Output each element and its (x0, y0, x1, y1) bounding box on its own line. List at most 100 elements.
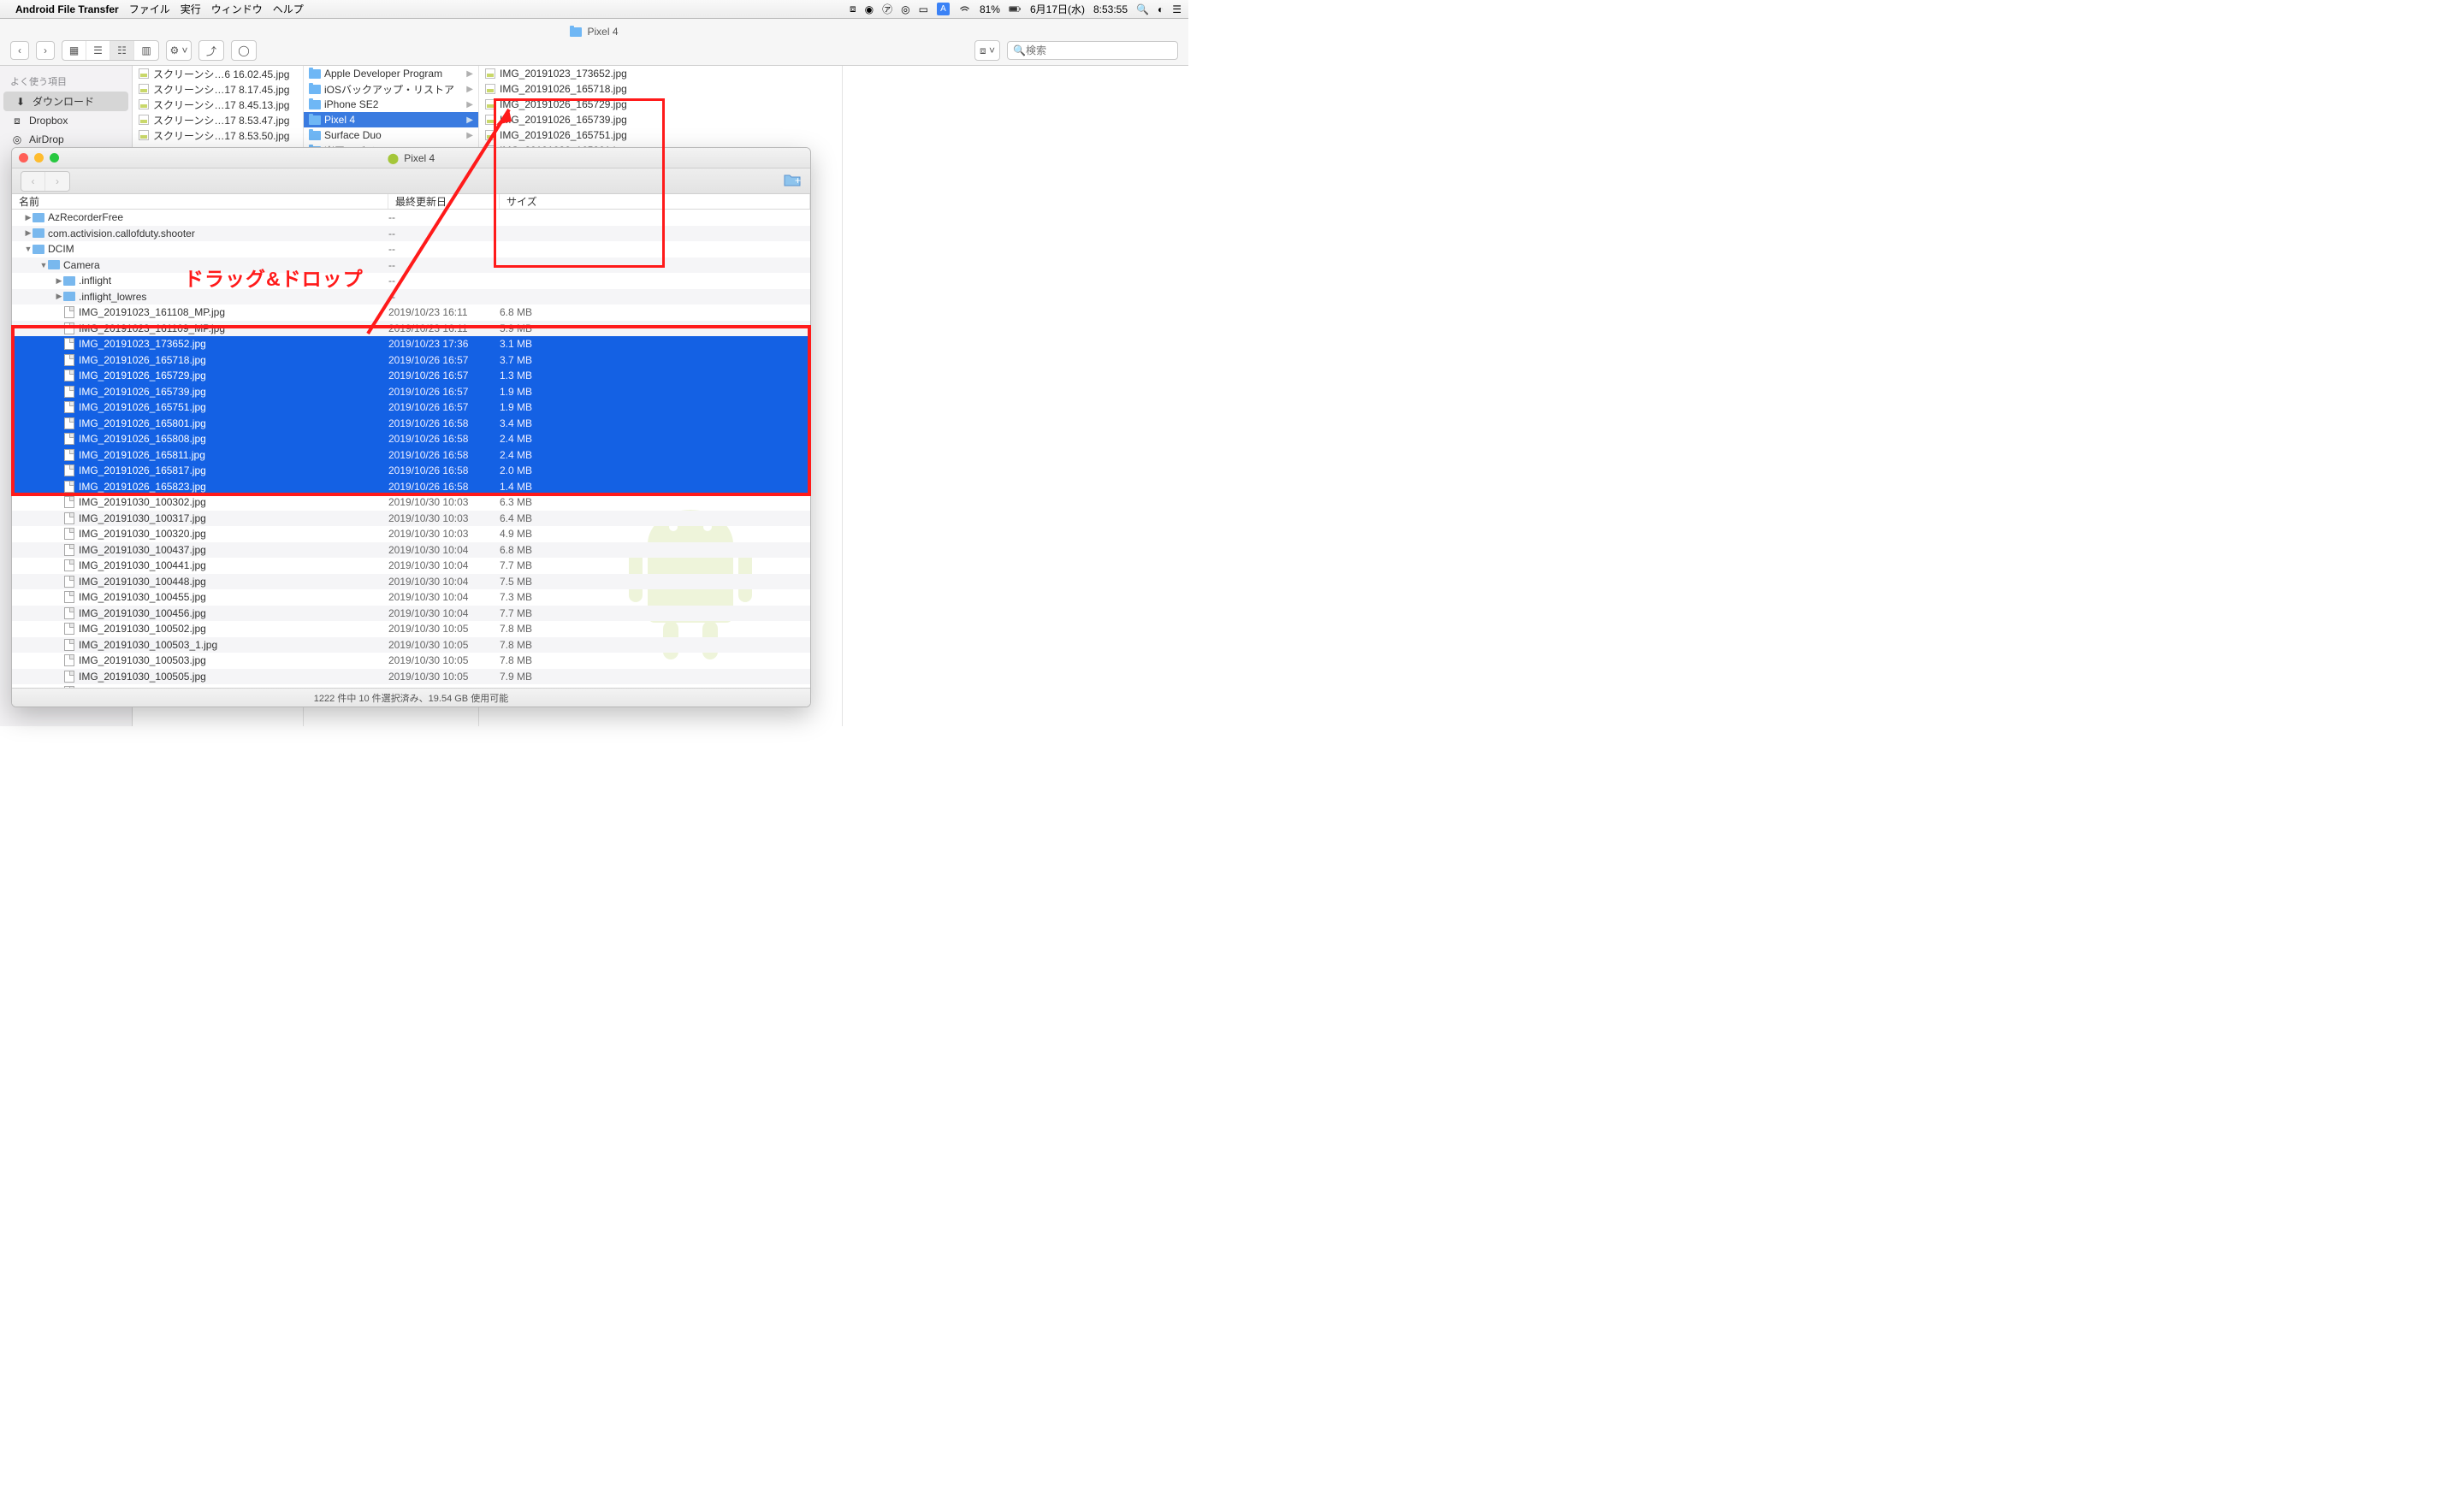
forward-button[interactable]: › (36, 41, 55, 60)
airdrop-icon: ◎ (10, 133, 24, 146)
disclosure-triangle[interactable]: ▼ (24, 245, 33, 253)
list-view[interactable]: ☰ (86, 41, 110, 60)
col-date[interactable]: 最終更新日 (388, 194, 500, 209)
disclosure-triangle[interactable]: ▼ (39, 261, 48, 269)
aft-row[interactable]: IMG_20191030_100455.jpg2019/10/30 10:047… (12, 589, 810, 606)
col-size[interactable]: サイズ (500, 194, 810, 209)
aft-row[interactable]: IMG_20191030_100320.jpg2019/10/30 10:034… (12, 526, 810, 542)
aft-row[interactable]: IMG_20191030_100317.jpg2019/10/30 10:036… (12, 511, 810, 527)
aft-row[interactable]: IMG_20191026_165751.jpg2019/10/26 16:571… (12, 399, 810, 416)
aft-row[interactable]: IMG_20191026_165729.jpg2019/10/26 16:571… (12, 368, 810, 384)
disclosure-triangle[interactable]: ▶ (55, 292, 63, 301)
disclosure-triangle[interactable]: ▶ (24, 213, 33, 222)
share-button[interactable]: ⤴ (199, 41, 223, 60)
folder-icon (33, 228, 44, 239)
aft-row[interactable]: IMG_20191023_161109_MP.jpg2019/10/23 16:… (12, 321, 810, 337)
aft-back[interactable]: ‹ (21, 172, 45, 191)
menu-window[interactable]: ウィンドウ (211, 2, 263, 16)
aft-titlebar[interactable]: ⬤ Pixel 4 (12, 148, 810, 169)
dropbox-menu[interactable]: ⧈ ˅ (975, 41, 999, 60)
aft-row[interactable]: IMG_20191026_165811.jpg2019/10/26 16:582… (12, 447, 810, 464)
aft-row[interactable]: IMG_20191026_165808.jpg2019/10/26 16:582… (12, 431, 810, 447)
aft-row[interactable]: ▶AzRecorderFree-- (12, 210, 810, 226)
sidebar-item[interactable]: ⬇ダウンロード (3, 92, 128, 111)
file-row[interactable]: IMG_20191023_173652.jpg (479, 66, 842, 81)
arrange-button[interactable]: ⚙ ˅ (167, 41, 191, 60)
file-row[interactable]: スクリーンシ…17 8.17.45.jpg (133, 81, 303, 97)
file-icon (63, 591, 75, 603)
aft-row[interactable]: IMG_20191030_100437.jpg2019/10/30 10:046… (12, 542, 810, 559)
siri-icon[interactable]: ◐ (1158, 3, 1164, 15)
aft-row[interactable]: IMG_20191026_165801.jpg2019/10/26 16:583… (12, 416, 810, 432)
aft-row[interactable]: IMG_20191023_173652.jpg2019/10/23 17:363… (12, 336, 810, 352)
aft-row[interactable]: ▼Camera-- (12, 257, 810, 274)
search-input[interactable] (1026, 44, 1172, 56)
ime-icon[interactable]: ㋐ (882, 2, 892, 16)
folder-row[interactable]: Apple Developer Program▶ (304, 66, 478, 81)
dropbox-icon[interactable]: ⧈ (850, 3, 856, 15)
folder-row[interactable]: Surface Duo▶ (304, 127, 478, 143)
menu-help[interactable]: ヘルプ (273, 2, 304, 16)
gallery-view[interactable]: ▥ (134, 41, 158, 60)
file-row[interactable]: IMG_20191026_165751.jpg (479, 127, 842, 143)
aft-status: 1222 件中 10 件選択済み、19.54 GB 使用可能 (12, 688, 810, 707)
aft-row[interactable]: ▶com.activision.callofduty.shooter-- (12, 226, 810, 242)
back-button[interactable]: ‹ (10, 41, 29, 60)
sidebar-item[interactable]: ⧈Dropbox (0, 111, 132, 130)
column-view[interactable]: ☷ (110, 41, 134, 60)
aft-toolbar: ‹› + (12, 169, 810, 194)
aft-row[interactable]: IMG_20191030_100448.jpg2019/10/30 10:047… (12, 574, 810, 590)
date[interactable]: 6月17日(水) (1030, 2, 1085, 16)
aft-row[interactable]: IMG_20191030_100503.jpg2019/10/30 10:057… (12, 653, 810, 669)
aft-row[interactable]: ▶.inflight_lowres-- (12, 289, 810, 305)
sidebar-item[interactable]: ◎AirDrop (0, 130, 132, 149)
aft-row[interactable]: IMG_20191030_100503_1.jpg2019/10/30 10:0… (12, 637, 810, 653)
file-row[interactable]: スクリーンシ…17 8.53.47.jpg (133, 112, 303, 127)
search-field[interactable]: 🔍 (1007, 41, 1178, 60)
aft-forward[interactable]: › (45, 172, 69, 191)
folder-row[interactable]: iPhone SE2▶ (304, 97, 478, 112)
file-row[interactable]: IMG_20191026_165718.jpg (479, 81, 842, 97)
aft-row[interactable]: ▼DCIM-- (12, 241, 810, 257)
folder-row[interactable]: iOSバックアップ・リストア▶ (304, 81, 478, 97)
aft-row[interactable]: IMG_20191026_165718.jpg2019/10/26 16:573… (12, 352, 810, 369)
new-folder-button[interactable]: + (783, 172, 802, 190)
battery-icon[interactable] (1009, 3, 1022, 15)
aft-row[interactable]: IMG_20191030_100302.jpg2019/10/30 10:036… (12, 494, 810, 511)
app-name[interactable]: Android File Transfer (15, 3, 119, 15)
input-a-icon[interactable]: A (937, 3, 950, 15)
wifi-icon[interactable] (958, 3, 971, 15)
col-name[interactable]: 名前 (12, 194, 388, 209)
aft-row[interactable]: IMG_20191026_165817.jpg2019/10/26 16:582… (12, 463, 810, 479)
folder-row[interactable]: Pixel 4▶ (304, 112, 478, 127)
airplay-icon[interactable]: ▭ (919, 3, 928, 15)
disclosure-triangle[interactable]: ▶ (55, 276, 63, 286)
aft-row[interactable]: IMG_20191023_161108_MP.jpg2019/10/23 16:… (12, 305, 810, 321)
time[interactable]: 8:53:55 (1093, 3, 1128, 15)
aft-row[interactable]: IMG_20191026_165739.jpg2019/10/26 16:571… (12, 384, 810, 400)
icon-view[interactable]: ▦ (62, 41, 86, 60)
file-row[interactable]: スクリーンシ…17 8.45.13.jpg (133, 97, 303, 112)
file-row[interactable]: IMG_20191026_165739.jpg (479, 112, 842, 127)
tags-button[interactable]: ◯ (232, 41, 256, 60)
aft-row[interactable]: IMG_20191030_100456.jpg2019/10/30 10:047… (12, 606, 810, 622)
aft-row[interactable]: IMG_20191030_100502.jpg2019/10/30 10:057… (12, 621, 810, 637)
menu-run[interactable]: 実行 (181, 2, 201, 16)
aft-row[interactable]: IMG_20191030_100505.jpg2019/10/30 10:057… (12, 669, 810, 685)
file-row[interactable]: スクリーンシ…6 16.02.45.jpg (133, 66, 303, 81)
aft-row[interactable]: IMG_20191026_165823.jpg2019/10/26 16:581… (12, 479, 810, 495)
aft-file-list[interactable]: ▶AzRecorderFree--▶com.activision.callofd… (12, 210, 810, 688)
image-icon (138, 129, 150, 141)
control-center-icon[interactable]: ☰ (1172, 3, 1182, 15)
chevron-right-icon: ▶ (466, 115, 473, 125)
target-icon[interactable]: ◎ (901, 3, 909, 15)
file-row[interactable]: IMG_20191026_165729.jpg (479, 97, 842, 112)
aft-row[interactable]: IMG_20191030_100441.jpg2019/10/30 10:047… (12, 558, 810, 574)
menu-file[interactable]: ファイル (129, 2, 170, 16)
disclosure-triangle[interactable]: ▶ (24, 228, 33, 238)
cube-icon[interactable]: ◉ (865, 3, 874, 15)
spotlight-icon[interactable]: 🔍 (1136, 3, 1149, 15)
file-row[interactable]: スクリーンシ…17 8.53.50.jpg (133, 127, 303, 143)
aft-row[interactable]: ▶.inflight-- (12, 273, 810, 289)
battery-pct[interactable]: 81% (980, 3, 1000, 15)
